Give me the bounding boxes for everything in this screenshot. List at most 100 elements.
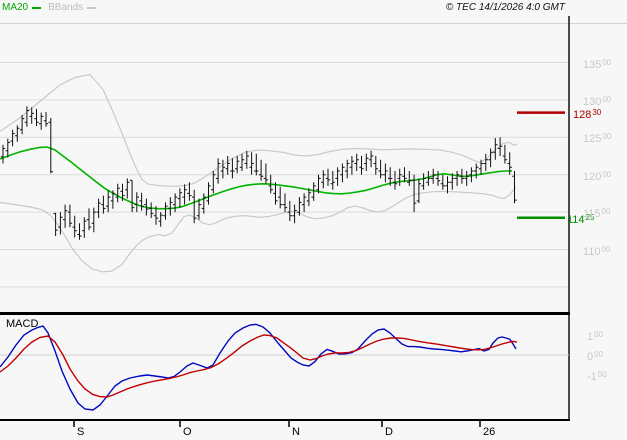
ohlc-bar <box>292 204 297 224</box>
ohlc-bar <box>435 171 441 186</box>
x-axis-month-label: D <box>385 426 393 438</box>
price-axis-label: 11000 <box>583 244 611 258</box>
ohlc-bar <box>474 163 479 179</box>
ohlc-bar <box>91 207 96 233</box>
macd-axis-label: 100 <box>587 330 604 343</box>
ohlc-bar <box>101 195 106 214</box>
price-axis-label: 11500 <box>583 207 611 221</box>
ohlc-bar <box>278 186 283 209</box>
macd-axis-label: -100 <box>587 370 607 383</box>
ohlc-bar <box>392 171 398 190</box>
ohlc-bar <box>43 111 49 127</box>
ohlc-bar <box>397 168 402 186</box>
ohlc-bar <box>215 158 221 184</box>
ohlc-bar <box>134 192 139 213</box>
ohlc-bar <box>464 171 469 186</box>
ohlc-bar <box>158 212 163 227</box>
x-axis-month-label: N <box>292 426 300 438</box>
candlesticks <box>0 106 517 240</box>
ohlc-bar <box>129 179 135 213</box>
price-axis-label: 12000 <box>583 169 612 183</box>
chart-canvas <box>0 16 627 427</box>
ohlc-bar <box>225 156 230 175</box>
ohlc-bar <box>72 215 77 238</box>
ohlc-bar <box>67 204 73 228</box>
ohlc-bar <box>239 153 245 171</box>
technical-analysis-chart: MA20 BBands © TEC 14/1/2026 4:0 GMT MACD… <box>0 0 627 440</box>
bollinger-lower-band <box>0 186 517 273</box>
ohlc-bar <box>440 174 445 190</box>
ohlc-bar <box>340 163 345 183</box>
ohlc-bar <box>82 217 87 238</box>
ohlc-bar <box>483 153 488 171</box>
x-axis-month-label: O <box>183 426 192 438</box>
ohlc-bar <box>254 153 259 176</box>
price-axis-label: 12500 <box>583 132 612 146</box>
macd-axis-label: 000 <box>587 350 604 363</box>
legend-bbands-label: BBands <box>48 2 84 13</box>
ohlc-bar <box>349 156 355 175</box>
ohlc-bar <box>335 167 340 186</box>
ohlc-bar <box>454 171 460 186</box>
ohlc-bar <box>512 171 517 204</box>
ohlc-bar <box>244 150 249 169</box>
ohlc-bar <box>163 202 168 220</box>
ohlc-bar <box>488 148 493 168</box>
ohlc-bar <box>48 117 53 174</box>
ohlc-bar <box>364 153 369 171</box>
chart-legend: MA20 BBands <box>2 2 103 13</box>
ohlc-bar <box>383 163 388 183</box>
ohlc-bar <box>182 184 187 205</box>
ohlc-bar <box>172 193 178 213</box>
ohlc-bar <box>368 150 374 168</box>
ohlc-bar <box>345 159 350 179</box>
ohlc-bar <box>235 156 240 174</box>
resistance-level-label: 12830 <box>573 107 602 121</box>
ohlc-bar <box>373 156 378 175</box>
ohlc-bar <box>206 182 211 205</box>
ohlc-bar <box>249 152 254 175</box>
ohlc-bar <box>168 197 173 216</box>
ohlc-bar <box>359 156 364 175</box>
ohlc-bar <box>416 178 422 204</box>
ohlc-bar <box>282 193 288 213</box>
ohlc-bar <box>301 193 307 213</box>
ohlc-bar <box>149 202 154 219</box>
ohlc-bar <box>421 173 426 190</box>
ohlc-bar <box>445 176 450 194</box>
ohlc-bar <box>77 223 82 240</box>
ohlc-bar <box>62 204 68 228</box>
ohlc-bar <box>0 144 6 164</box>
ohlc-bar <box>230 158 235 179</box>
ohlc-bar <box>378 159 383 179</box>
ohlc-bar <box>177 188 183 208</box>
ohlc-bar <box>258 159 264 181</box>
ohlc-bar <box>502 144 508 164</box>
bbands-line-swatch <box>87 6 97 9</box>
ohlc-bar <box>201 193 206 214</box>
price-axis-label: 13000 <box>583 94 612 108</box>
ohlc-bar <box>325 168 331 186</box>
ma20-line-swatch <box>32 6 42 9</box>
ohlc-bar <box>10 129 15 147</box>
ohlc-bar <box>15 125 20 142</box>
ohlc-bar <box>39 112 44 130</box>
ohlc-bar <box>115 183 120 203</box>
macd-panel-label: MACD <box>6 318 39 330</box>
x-axis-month-label: S <box>77 426 85 438</box>
ohlc-bar <box>96 198 101 219</box>
ohlc-bar <box>263 163 269 184</box>
ohlc-bar <box>321 170 326 189</box>
ohlc-bar <box>354 153 359 171</box>
ohlc-bar <box>34 108 39 127</box>
ohlc-bar <box>192 189 197 224</box>
ohlc-bar <box>24 106 30 127</box>
x-axis-month-label: 26 <box>483 426 496 438</box>
ohlc-bar <box>106 190 111 213</box>
ohlc-bar <box>139 192 144 211</box>
macd-signal-line <box>0 334 518 398</box>
ohlc-bar <box>220 159 226 179</box>
price-axis-label: 13500 <box>583 57 612 71</box>
copyright-timestamp: © TEC 14/1/2026 4:0 GMT <box>445 2 565 13</box>
ohlc-bar <box>407 171 412 186</box>
